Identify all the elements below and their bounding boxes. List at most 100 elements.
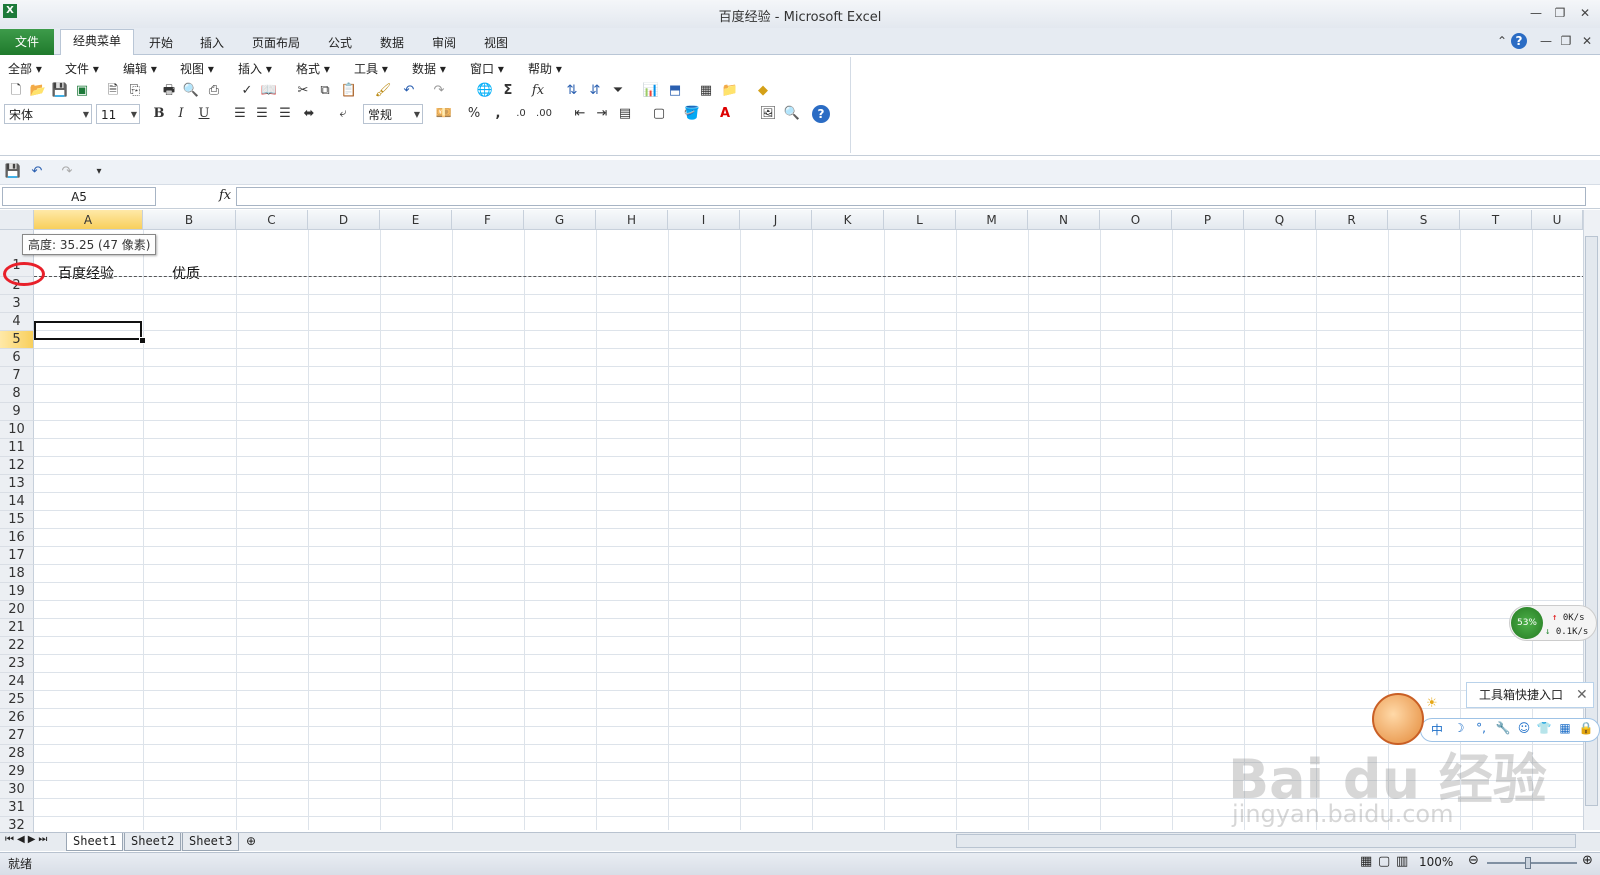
spelling-icon[interactable]: ✓: [238, 82, 256, 100]
menu-insert[interactable]: 插入 ▾: [238, 60, 272, 77]
menu-edit[interactable]: 编辑 ▾: [123, 60, 157, 77]
decrease-decimal-icon[interactable]: .00: [535, 105, 553, 123]
zoom-slider-track[interactable]: [1487, 862, 1577, 864]
help-icon[interactable]: ?: [1511, 33, 1527, 49]
smiley-icon[interactable]: ☺: [1515, 721, 1533, 735]
row-header-12[interactable]: 12: [0, 457, 34, 475]
column-header-F[interactable]: F: [452, 210, 524, 230]
zoom-in-icon[interactable]: ⊕: [1582, 853, 1593, 868]
row-header-27[interactable]: 27: [0, 727, 34, 745]
zoom-level[interactable]: 100%: [1419, 855, 1453, 869]
select-all-corner[interactable]: [0, 210, 34, 230]
active-cell-A5[interactable]: [34, 321, 142, 340]
print-setup-icon[interactable]: ⎙: [205, 82, 223, 100]
sort-ascending-icon[interactable]: ⇅: [563, 82, 581, 100]
print-preview-icon[interactable]: 🔍: [182, 82, 200, 100]
qat-save-icon[interactable]: 💾: [4, 163, 22, 181]
menu-format[interactable]: 格式 ▾: [296, 60, 330, 77]
page-layout-view-icon[interactable]: ▢: [1378, 854, 1390, 869]
filter-icon[interactable]: ⏷: [609, 82, 627, 100]
row-header-10[interactable]: 10: [0, 421, 34, 439]
fill-color-icon[interactable]: 🪣: [683, 105, 701, 123]
font-name-select[interactable]: 宋体 ▼: [4, 104, 92, 124]
row-header-16[interactable]: 16: [0, 529, 34, 547]
column-header-J[interactable]: J: [740, 210, 812, 230]
copy-icon[interactable]: ⧉: [316, 82, 334, 100]
menu-data[interactable]: 数据 ▾: [412, 60, 446, 77]
cut-icon[interactable]: ✂: [294, 82, 312, 100]
column-header-U[interactable]: U: [1532, 210, 1583, 230]
hyperlink-icon[interactable]: 🌐: [476, 82, 494, 100]
sheet-tab-2[interactable]: Sheet2: [124, 833, 182, 851]
column-header-I[interactable]: I: [668, 210, 740, 230]
align-left-icon[interactable]: ☰: [231, 105, 249, 123]
row-header-4[interactable]: 4: [0, 313, 34, 331]
column-header-C[interactable]: C: [236, 210, 308, 230]
collapse-ribbon-icon[interactable]: ⌃: [1491, 33, 1513, 49]
qat-customize-icon[interactable]: ▾: [90, 163, 108, 181]
close-icon[interactable]: ✕: [1576, 687, 1588, 703]
doc-close-icon[interactable]: ✕: [1576, 33, 1598, 49]
print-icon[interactable]: 🖶: [160, 82, 178, 100]
cell-B1[interactable]: 优质: [172, 263, 200, 283]
doc-restore-icon[interactable]: ❐: [1555, 33, 1577, 49]
chart-icon[interactable]: 📊: [642, 82, 660, 100]
help-icon[interactable]: ?: [812, 105, 830, 123]
column-header-N[interactable]: N: [1028, 210, 1100, 230]
autosum-icon[interactable]: Σ: [499, 82, 517, 100]
minimize-icon[interactable]: —: [1525, 5, 1547, 21]
row-header-7[interactable]: 7: [0, 367, 34, 385]
column-header-B[interactable]: B: [143, 210, 236, 230]
doc-minimize-icon[interactable]: —: [1535, 33, 1557, 49]
sheet-tab-3[interactable]: Sheet3: [182, 833, 240, 851]
row-header-20[interactable]: 20: [0, 601, 34, 619]
underline-button[interactable]: U: [195, 105, 213, 123]
row-header-19[interactable]: 19: [0, 583, 34, 601]
row-header-5[interactable]: 5: [0, 331, 34, 349]
horizontal-scrollbar[interactable]: [956, 834, 1576, 848]
row-header-28[interactable]: 28: [0, 745, 34, 763]
menu-window[interactable]: 窗口 ▾: [470, 60, 504, 77]
column-header-G[interactable]: G: [524, 210, 596, 230]
decrease-indent-icon[interactable]: ⇤: [571, 105, 589, 123]
export-pdf-icon[interactable]: 🗎: [104, 82, 122, 100]
wrap-text-icon[interactable]: ⤶: [334, 105, 352, 123]
tab-view[interactable]: 视图: [472, 32, 520, 54]
column-header-H[interactable]: H: [596, 210, 668, 230]
italic-button[interactable]: I: [172, 105, 190, 123]
tab-page-layout[interactable]: 页面布局: [240, 32, 312, 54]
open-folder-icon[interactable]: 📂: [29, 82, 47, 100]
restore-icon[interactable]: ❐: [1549, 5, 1571, 21]
normal-view-icon[interactable]: ▦: [1360, 854, 1372, 869]
increase-decimal-icon[interactable]: .0: [512, 105, 530, 123]
cell-style-icon[interactable]: ▤: [616, 105, 634, 123]
qat-redo-icon[interactable]: ↷: [58, 163, 76, 181]
menu-help[interactable]: 帮助 ▾: [528, 60, 562, 77]
menu-all[interactable]: 全部 ▾: [8, 60, 42, 77]
folder-icon[interactable]: 📁: [721, 82, 739, 100]
wrench-icon[interactable]: 🔧: [1494, 721, 1512, 735]
column-header-M[interactable]: M: [956, 210, 1028, 230]
column-header-A[interactable]: A: [34, 210, 143, 230]
font-color-icon[interactable]: A: [716, 105, 734, 123]
row-header-14[interactable]: 14: [0, 493, 34, 511]
page-break-view-icon[interactable]: ▥: [1396, 854, 1408, 869]
research-icon[interactable]: 📖: [260, 82, 278, 100]
new-file-icon[interactable]: 🗋: [7, 82, 25, 100]
column-header-T[interactable]: T: [1460, 210, 1532, 230]
merge-center-icon[interactable]: ⬌: [300, 105, 318, 123]
attach-icon[interactable]: ⎘: [126, 82, 144, 100]
sheet-tab-1[interactable]: Sheet1: [66, 833, 124, 851]
lock-icon[interactable]: 🔒: [1577, 721, 1595, 735]
align-center-icon[interactable]: ☰: [253, 105, 271, 123]
menu-view[interactable]: 视图 ▾: [180, 60, 214, 77]
column-header-D[interactable]: D: [308, 210, 380, 230]
bold-button[interactable]: B: [150, 105, 168, 123]
percent-button[interactable]: %: [465, 105, 483, 123]
row-header-23[interactable]: 23: [0, 655, 34, 673]
tab-data[interactable]: 数据: [368, 32, 416, 54]
row-header-25[interactable]: 25: [0, 691, 34, 709]
menu-tools[interactable]: 工具 ▾: [354, 60, 388, 77]
sort-descending-icon[interactable]: ⇵: [586, 82, 604, 100]
row-header-9[interactable]: 9: [0, 403, 34, 421]
